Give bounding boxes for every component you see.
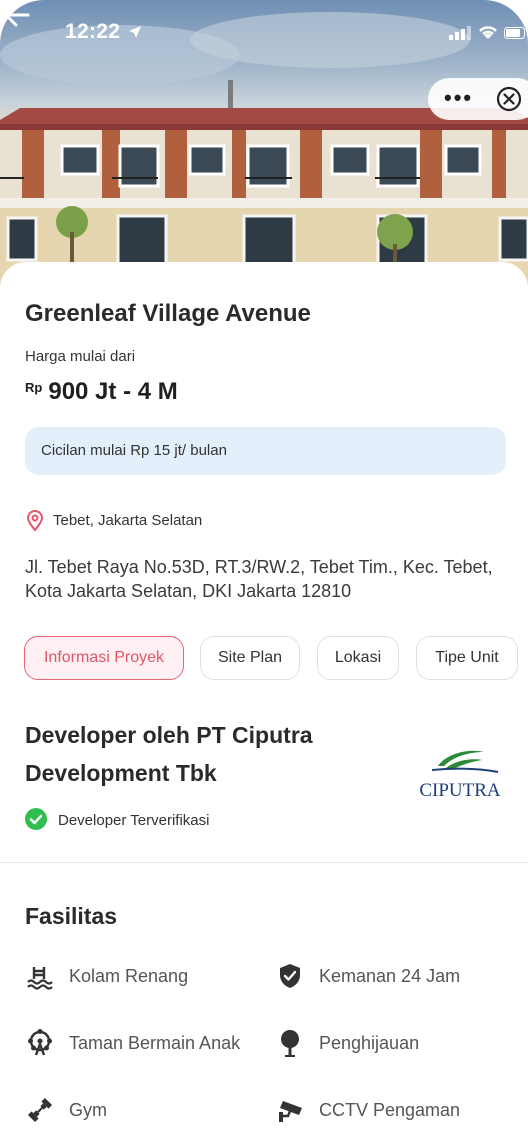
facility-label: CCTV Pengaman bbox=[319, 1100, 461, 1120]
tab-informasi-proyek[interactable]: Informasi Proyek bbox=[24, 636, 184, 680]
facility-label: Kemanan 24 Jam bbox=[319, 966, 461, 986]
developer-title: Developer oleh PT Ciputra Development Tb… bbox=[25, 722, 313, 786]
currency-label: Rp bbox=[25, 380, 43, 395]
facility-label: Kolam Renang bbox=[69, 966, 189, 986]
location-pin-icon bbox=[26, 510, 44, 532]
facilities-title: Fasilitas bbox=[25, 903, 118, 929]
facility-label: Taman Bermain Anak bbox=[69, 1033, 241, 1053]
back-arrow-icon[interactable] bbox=[0, 0, 34, 30]
wifi-icon bbox=[479, 26, 497, 39]
more-options-icon[interactable]: ••• bbox=[444, 85, 473, 111]
tab-tipe-unit[interactable]: Tipe Unit bbox=[416, 636, 518, 680]
tab-site-plan[interactable]: Site Plan bbox=[200, 636, 300, 680]
project-hero-image: 12:22 ••• bbox=[0, 0, 528, 290]
ferris-wheel-icon bbox=[28, 1029, 52, 1056]
tree-icon bbox=[281, 1030, 299, 1057]
location-arrow-icon bbox=[129, 26, 141, 38]
price-label: Harga mulai dari bbox=[25, 348, 136, 365]
full-address: Jl. Tebet Raya No.53D, RT.3/RW.2, Tebet … bbox=[25, 557, 493, 601]
close-icon[interactable] bbox=[496, 86, 522, 112]
status-bar: 12:22 bbox=[0, 18, 528, 48]
facility-label: Penghijauan bbox=[319, 1033, 420, 1053]
location-area: Tebet, Jakarta Selatan bbox=[53, 512, 203, 529]
section-divider bbox=[0, 862, 528, 863]
swimming-pool-icon bbox=[27, 967, 53, 990]
security-shield-icon bbox=[280, 964, 300, 988]
cellular-signal-icon bbox=[449, 26, 471, 40]
status-time: 12:22 bbox=[65, 20, 121, 43]
phone-screen: 12:22 ••• Greenleaf Village Avenue Harga… bbox=[0, 0, 528, 1141]
dumbbell-icon bbox=[27, 1097, 53, 1123]
ciputra-logo: CIPUTRA bbox=[419, 750, 501, 800]
verified-label: Developer Terverifikasi bbox=[58, 812, 210, 829]
project-title: Greenleaf Village Avenue bbox=[25, 300, 311, 327]
ciputra-logo-text: CIPUTRA bbox=[419, 780, 501, 800]
installment-banner: Cicilan mulai Rp 15 jt/ bulan bbox=[25, 427, 506, 475]
check-circle-icon bbox=[25, 808, 47, 830]
tab-lokasi[interactable]: Lokasi bbox=[317, 636, 399, 680]
battery-icon bbox=[504, 27, 525, 39]
installment-text: Cicilan mulai Rp 15 jt/ bulan bbox=[41, 442, 227, 459]
facility-label: Gym bbox=[69, 1100, 107, 1120]
price-range: Rp 900 Jt - 4 M bbox=[25, 378, 178, 406]
mini-app-menu-capsule: ••• bbox=[428, 78, 528, 120]
cctv-icon bbox=[279, 1101, 302, 1122]
price-value: 900 Jt - 4 M bbox=[48, 378, 178, 405]
